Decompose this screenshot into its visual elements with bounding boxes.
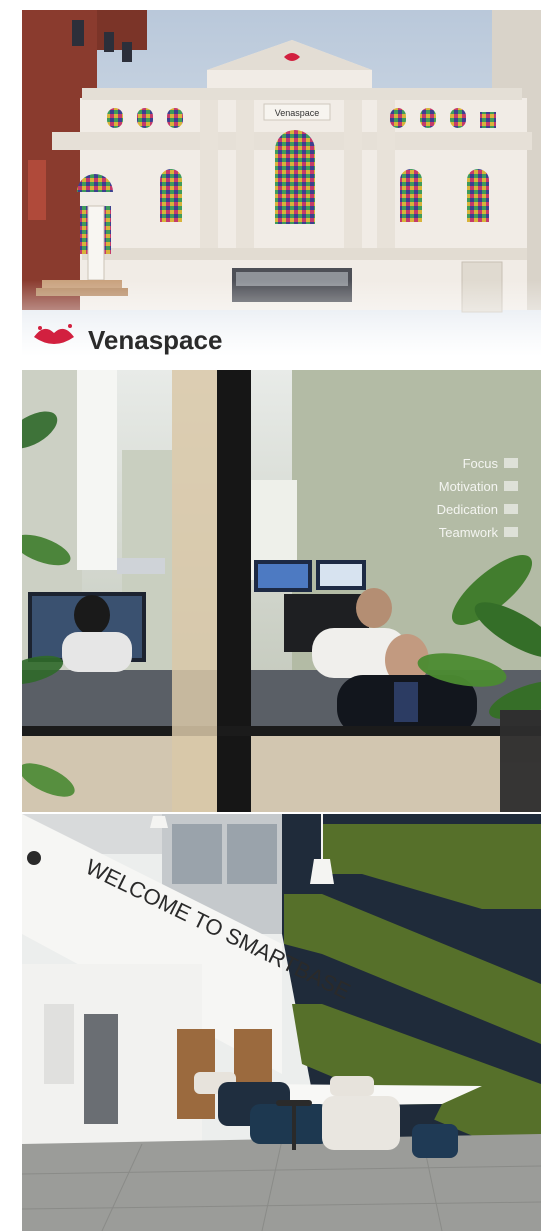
venaspace-building-photo: Venaspace Venaspace [22,10,541,356]
speaker-icon [27,851,41,865]
smartbase-lobby-photo: WELCOME TO SMARTBASE [22,814,541,1231]
logo-text: Venaspace [88,325,222,355]
wall-sign-4: Teamwork [439,525,499,540]
building-illustration: Venaspace Venaspace [22,10,541,356]
office-interior-photo: Focus Motivation Dedication Teamwork [22,370,541,812]
floor [22,1134,541,1231]
lobby-scene: WELCOME TO SMARTBASE [22,814,541,1231]
wall-sign-1: Focus [463,456,499,471]
elevator-door [84,1014,118,1124]
front-door [87,205,105,281]
office-scene: Focus Motivation Dedication Teamwork [22,370,541,812]
window-frame-horizontal [22,726,541,736]
building-sign: Venaspace [275,108,320,118]
directory-sign [44,1004,74,1084]
window-frame-vertical [217,370,251,812]
wall-sign-2: Motivation [439,479,498,494]
wall-sign-3: Dedication [437,502,498,517]
